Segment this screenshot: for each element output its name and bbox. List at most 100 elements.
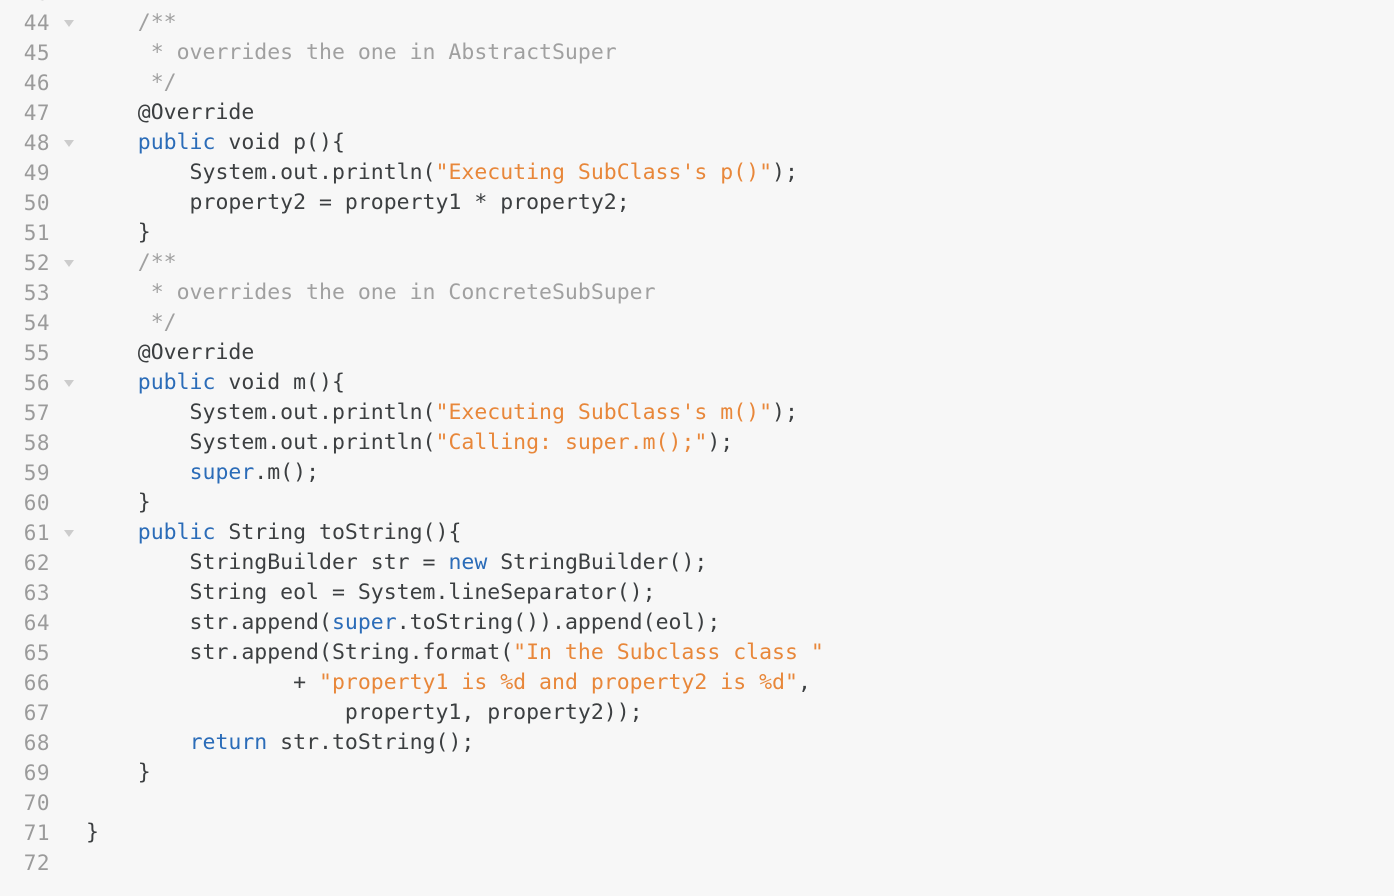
code-line-text: public void m(){: [86, 368, 345, 398]
code-line[interactable]: 49 System.out.println("Executing SubClas…: [0, 158, 1394, 188]
code-line-text: }: [86, 758, 151, 788]
line-number: 45: [23, 41, 50, 65]
chevron-down-icon[interactable]: [60, 248, 78, 278]
line-number: 53: [23, 281, 50, 305]
code-line-text: System.out.println("Calling: super.m();"…: [86, 428, 734, 458]
token-str: "Executing SubClass's p()": [435, 160, 773, 185]
token-plain: .toString()).append(eol);: [396, 610, 721, 635]
code-line-text: public void p(){: [86, 128, 345, 158]
token-plain: property1, property2));: [86, 700, 643, 725]
code-line-text: }: [86, 818, 99, 848]
code-line-text: String eol = System.lineSeparator();: [86, 578, 656, 608]
chevron-down-icon[interactable]: [60, 368, 78, 398]
line-number: 56: [23, 371, 50, 395]
token-plain: @Override: [86, 100, 255, 125]
line-number: 44: [23, 11, 50, 35]
token-kw: public: [137, 130, 216, 155]
line-number: 55: [23, 341, 50, 365]
code-line[interactable]: 51 }: [0, 218, 1394, 248]
code-editor[interactable]: 4344 /**45 * overrides the one in Abstra…: [0, 0, 1394, 896]
code-line-text: str.append(String.format("In the Subclas…: [86, 638, 824, 668]
token-plain: System.out.println(: [86, 160, 436, 185]
line-number: 59: [23, 461, 50, 485]
token-plain: void m(){: [215, 370, 345, 395]
code-line[interactable]: 62 StringBuilder str = new StringBuilder…: [0, 548, 1394, 578]
code-line[interactable]: 56 public void m(){: [0, 368, 1394, 398]
token-plain: }: [86, 220, 151, 245]
line-number: 46: [23, 71, 50, 95]
code-line-text: System.out.println("Executing SubClass's…: [86, 158, 798, 188]
code-line[interactable]: 64 str.append(super.toString()).append(e…: [0, 608, 1394, 638]
line-number: 50: [23, 191, 50, 215]
line-number: 63: [23, 581, 50, 605]
code-line[interactable]: 67 property1, property2));: [0, 698, 1394, 728]
line-number: 49: [23, 161, 50, 185]
token-plain: StringBuilder str =: [86, 550, 449, 575]
token-plain: str.toString();: [267, 730, 475, 755]
line-number: 58: [23, 431, 50, 455]
code-line[interactable]: 50 property2 = property1 * property2;: [0, 188, 1394, 218]
code-line[interactable]: 63 String eol = System.lineSeparator();: [0, 578, 1394, 608]
code-line[interactable]: 53 * overrides the one in ConcreteSubSup…: [0, 278, 1394, 308]
code-line[interactable]: 43: [0, 0, 1394, 8]
code-line-text: * overrides the one in ConcreteSubSuper: [86, 278, 656, 308]
code-line-text: */: [86, 68, 177, 98]
code-line[interactable]: 46 */: [0, 68, 1394, 98]
code-line[interactable]: 69 }: [0, 758, 1394, 788]
code-line[interactable]: 61 public String toString(){: [0, 518, 1394, 548]
token-plain: }: [86, 760, 151, 785]
token-str: "Calling: super.m();": [435, 430, 708, 455]
code-line[interactable]: 71}: [0, 818, 1394, 848]
code-line[interactable]: 59 super.m();: [0, 458, 1394, 488]
code-line[interactable]: 48 public void p(){: [0, 128, 1394, 158]
line-number: 62: [23, 551, 50, 575]
code-line[interactable]: 47 @Override: [0, 98, 1394, 128]
token-cmt: * overrides the one in AbstractSuper: [86, 40, 617, 65]
code-line[interactable]: 60 }: [0, 488, 1394, 518]
token-str: "Executing SubClass's m()": [435, 400, 773, 425]
code-line[interactable]: 66 + "property1 is %d and property2 is %…: [0, 668, 1394, 698]
code-line-text: /**: [86, 8, 177, 38]
code-line[interactable]: 44 /**: [0, 8, 1394, 38]
token-kw: public: [137, 520, 216, 545]
code-line[interactable]: 58 System.out.println("Calling: super.m(…: [0, 428, 1394, 458]
code-line-text: @Override: [86, 338, 255, 368]
code-line[interactable]: 52 /**: [0, 248, 1394, 278]
line-number: 47: [23, 101, 50, 125]
code-line[interactable]: 54 */: [0, 308, 1394, 338]
code-line[interactable]: 70: [0, 788, 1394, 818]
token-plain: );: [772, 400, 798, 425]
token-cmt: * overrides the one in ConcreteSubSuper: [86, 280, 656, 305]
line-number: 66: [23, 671, 50, 695]
chevron-down-icon[interactable]: [60, 518, 78, 548]
code-line-text: str.append(super.toString()).append(eol)…: [86, 608, 721, 638]
line-number: 43: [0, 0, 50, 8]
code-line[interactable]: 57 System.out.println("Executing SubClas…: [0, 398, 1394, 428]
token-cmt: /**: [86, 10, 177, 35]
token-kw: public: [137, 370, 216, 395]
code-line[interactable]: 65 str.append(String.format("In the Subc…: [0, 638, 1394, 668]
code-line[interactable]: 72: [0, 848, 1394, 878]
code-line[interactable]: 55 @Override: [0, 338, 1394, 368]
token-plain: System.out.println(: [86, 400, 436, 425]
code-line-text: return str.toString();: [86, 728, 475, 758]
line-number: 69: [23, 761, 50, 785]
code-line[interactable]: 45 * overrides the one in AbstractSuper: [0, 38, 1394, 68]
code-line-text: }: [86, 218, 151, 248]
chevron-down-icon[interactable]: [60, 8, 78, 38]
line-number: 65: [23, 641, 50, 665]
chevron-down-icon[interactable]: [60, 128, 78, 158]
token-cmt: /**: [86, 250, 177, 275]
line-number: 48: [23, 131, 50, 155]
code-line-text: StringBuilder str = new StringBuilder();: [86, 548, 708, 578]
line-number: 72: [23, 851, 50, 875]
token-kw: super: [189, 460, 255, 485]
token-plain: );: [772, 160, 798, 185]
token-plain: StringBuilder();: [487, 550, 708, 575]
code-line-text: public String toString(){: [86, 518, 462, 548]
token-plain: ,: [797, 670, 811, 695]
code-line[interactable]: 68 return str.toString();: [0, 728, 1394, 758]
line-number: 52: [23, 251, 50, 275]
